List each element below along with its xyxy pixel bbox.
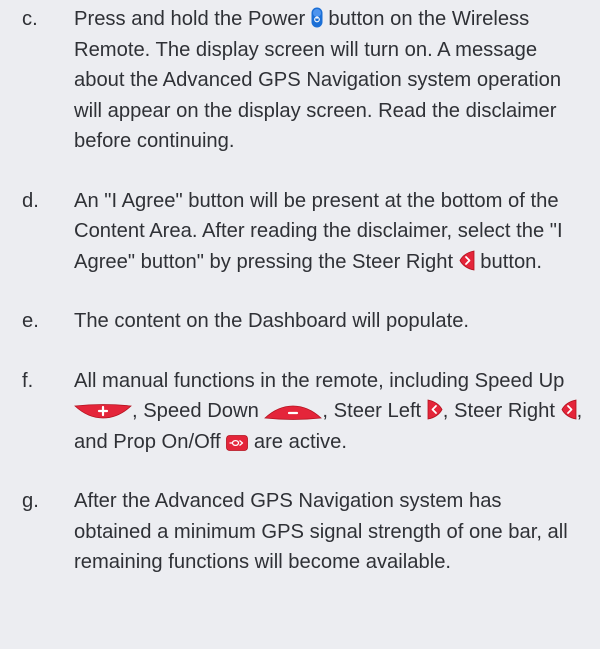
step-d: d. An "I Agree" button will be present a… <box>22 186 584 278</box>
step-letter: c. <box>22 8 38 30</box>
step-letter: d. <box>22 189 39 212</box>
speed-up-icon <box>74 404 132 420</box>
power-button-icon <box>311 7 323 28</box>
step-text-segment: button. <box>474 250 543 273</box>
step-text-segment: Press and hold the Power <box>74 8 311 30</box>
step-text-segment: , Steer Left <box>322 400 427 422</box>
steer-right-icon <box>561 399 577 420</box>
step-text-segment: , Speed Down <box>132 400 265 422</box>
step-letter: e. <box>22 310 39 332</box>
speed-down-icon <box>264 404 323 420</box>
step-g: g. After the Advanced GPS Navigation sys… <box>22 486 584 578</box>
steer-right-icon <box>459 250 475 271</box>
steer-left-icon <box>427 399 443 420</box>
instruction-steps: c. Press and hold the Power button on th… <box>22 4 584 578</box>
step-f: f. All manual functions in the remote, i… <box>22 366 584 458</box>
step-text: After the Advanced GPS Navigation system… <box>74 486 584 578</box>
step-text: All manual functions in the remote, incl… <box>74 366 584 458</box>
step-text-segment: are active. <box>248 430 347 453</box>
prop-on-off-icon <box>226 434 249 451</box>
step-text-segment: All manual functions in the remote, incl… <box>74 369 565 392</box>
step-text: The content on the Dashboard will popula… <box>74 306 584 337</box>
step-text-segment: , Steer Right <box>442 400 561 422</box>
step-text: An "I Agree" button will be present at t… <box>74 186 584 278</box>
step-e: e. The content on the Dashboard will pop… <box>22 306 584 337</box>
step-letter: g. <box>22 490 39 512</box>
step-text-segment: The content on the Dashboard will popula… <box>74 310 470 332</box>
step-text: Press and hold the Power button on the W… <box>74 4 584 157</box>
step-text-segment: After the Advanced GPS Navigation system… <box>74 490 568 573</box>
step-letter: f. <box>22 369 34 392</box>
manual-page: c. Press and hold the Power button on th… <box>0 4 600 649</box>
step-c: c. Press and hold the Power button on th… <box>22 4 584 157</box>
